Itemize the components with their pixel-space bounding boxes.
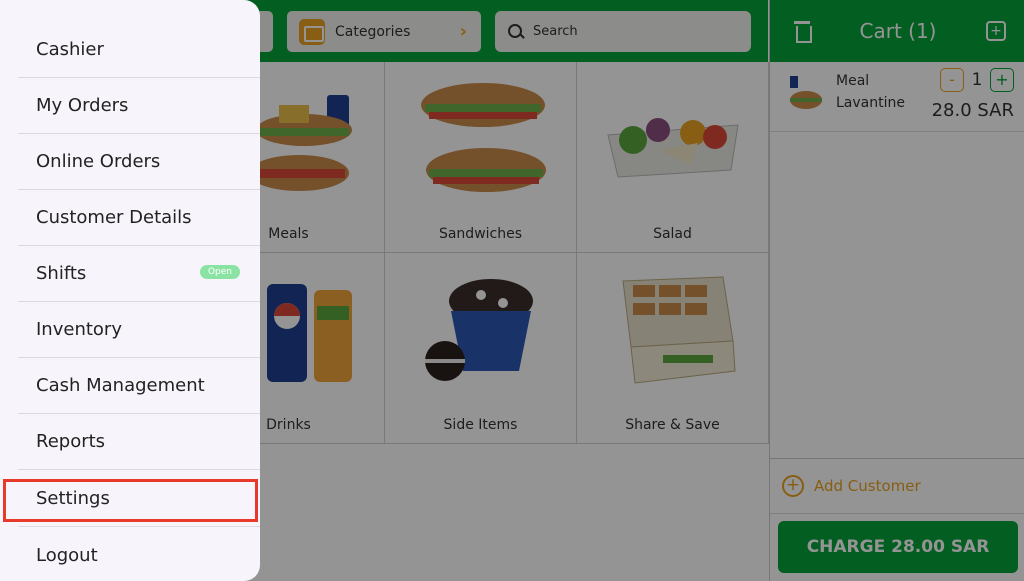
menu-item-label: Customer Details [36,207,192,228]
settings-highlight-box [3,479,258,522]
menu-item-label: My Orders [36,95,129,116]
menu-item-label: Online Orders [36,151,161,172]
menu-item-cashier[interactable]: Cashier [18,22,260,78]
menu-item-label: Cashier [36,39,104,60]
menu-item-my-orders[interactable]: My Orders [18,78,260,134]
menu-item-online-orders[interactable]: Online Orders [18,134,260,190]
menu-item-cash-management[interactable]: Cash Management [18,358,260,414]
menu-item-customer-details[interactable]: Customer Details [18,190,260,246]
menu-item-label: Reports [36,431,106,452]
menu-item-shifts[interactable]: Shifts Open [18,246,260,302]
menu-item-inventory[interactable]: Inventory [18,302,260,358]
menu-item-label: Inventory [36,319,122,340]
shift-status-badge: Open [199,265,240,279]
menu-item-label: Cash Management [36,375,205,396]
menu-item-reports[interactable]: Reports [18,414,260,470]
menu-item-label: Logout [36,544,98,566]
menu-item-logout[interactable]: Logout [18,527,260,581]
menu-item-label: Shifts [36,263,87,284]
